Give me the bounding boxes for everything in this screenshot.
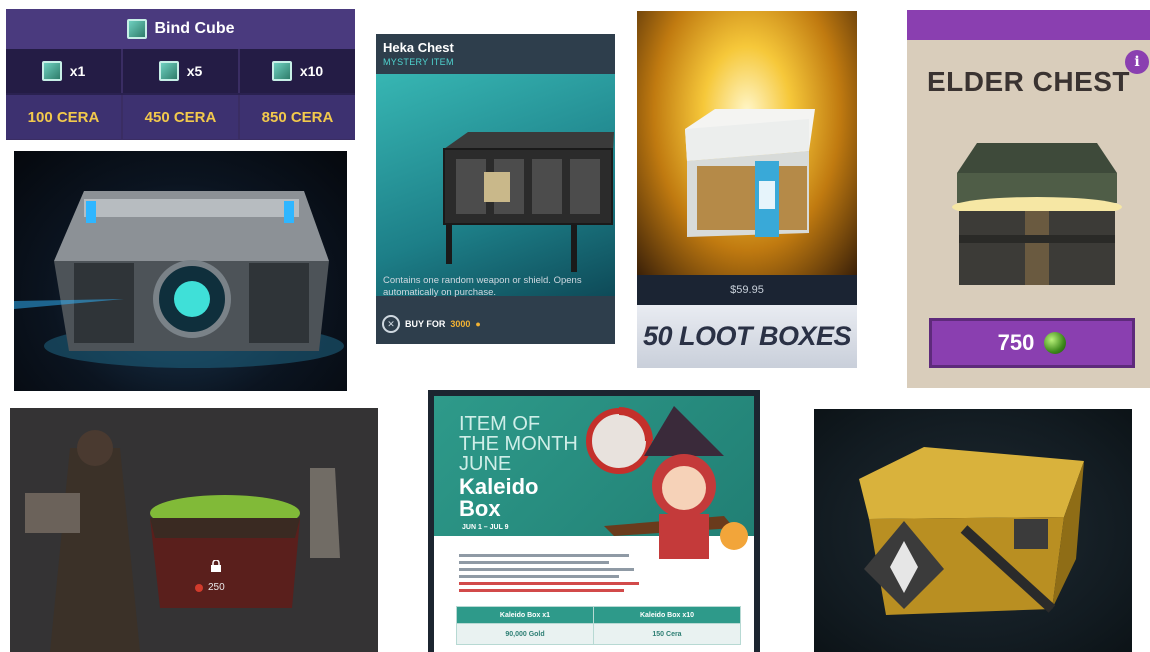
table-cell: 150 Cera — [592, 623, 742, 645]
elder-chest-card: i ELDER CHEST 750 — [907, 10, 1150, 388]
quantity-label: x1 — [69, 63, 86, 79]
elder-chest-illustration — [952, 143, 1122, 285]
cube-icon — [126, 19, 147, 39]
dungeon-chest-scene: 250 — [10, 408, 378, 652]
coin-icon: ● — [475, 319, 481, 329]
quantity-label: x5 — [186, 63, 203, 79]
heading-line: THE MONTH — [459, 433, 578, 455]
cube-icon — [158, 61, 179, 81]
heka-chest-card: Heka Chest MYSTERY ITEM Contains one ran… — [376, 34, 615, 344]
kaleido-description-lines — [459, 554, 639, 596]
chest-cost-tag: 250 — [195, 582, 225, 593]
buy-amount: 3000 — [450, 319, 471, 329]
buy-button[interactable]: ✕ BUY FOR 3000 ● — [382, 315, 481, 333]
weapon-case-image — [814, 409, 1132, 652]
heka-chest-illustration — [376, 74, 615, 296]
loot-boxes-label: 50 LOOT BOXES — [637, 305, 857, 368]
lock-icon — [211, 560, 221, 572]
kaleido-heading: ITEM OF THE MONTH JUNE — [459, 414, 578, 474]
loot-boxes-card: $59.95 50 LOOT BOXES — [637, 11, 857, 368]
dungeon-scene-illustration — [10, 408, 378, 652]
price-label: 850 CERA — [261, 108, 334, 126]
table-header: Kaleido Box x10 — [592, 606, 742, 624]
scifi-chest-illustration — [14, 191, 344, 368]
table-cell: 90,000 Gold — [456, 623, 594, 645]
bind-cube-panel: Bind Cube x1 x5 x10 100 CERA 450 CERA 85… — [6, 9, 355, 140]
quantity-label: x10 — [299, 63, 324, 79]
currency-dot-icon — [195, 583, 203, 592]
price-button-10[interactable]: 850 CERA — [240, 95, 355, 139]
buy-label: BUY FOR — [405, 319, 446, 329]
table-header: Kaleido Box x1 — [456, 606, 594, 624]
quantity-option-5[interactable]: x5 — [123, 49, 240, 93]
loot-price: $59.95 — [637, 275, 857, 305]
price-label: 100 CERA — [27, 108, 100, 126]
gem-icon — [1044, 332, 1067, 354]
elder-top-stripe — [907, 10, 1150, 40]
elder-buy-button[interactable]: 750 — [929, 318, 1135, 368]
quantity-option-10[interactable]: x10 — [240, 49, 355, 93]
kaleido-dates: JUN 1 – JUL 9 — [462, 524, 509, 531]
scifi-chest-image — [14, 151, 347, 391]
price-row: 100 CERA 450 CERA 850 CERA — [6, 93, 355, 139]
kaleido-price-table: Kaleido Box x1 Kaleido Box x10 90,000 Go… — [456, 606, 742, 645]
heka-subtitle: MYSTERY ITEM — [383, 57, 454, 67]
heading-line: ITEM OF — [459, 413, 541, 435]
bind-cube-header: Bind Cube — [6, 9, 355, 49]
heading-line: JUNE — [459, 453, 512, 475]
close-circle-icon: ✕ — [382, 315, 400, 333]
elder-price: 750 — [997, 330, 1035, 355]
loot-box-illustration — [637, 11, 857, 275]
price-button-1[interactable]: 100 CERA — [6, 95, 123, 139]
quantity-option-1[interactable]: x1 — [6, 49, 123, 93]
heka-description: Contains one random weapon or shield. Op… — [383, 275, 582, 298]
price-button-5[interactable]: 450 CERA — [123, 95, 240, 139]
price-label: 450 CERA — [144, 108, 217, 126]
name-line: Kaleido — [459, 474, 539, 499]
kaleido-name: Kaleido Box — [459, 476, 538, 520]
kaleido-box-poster: ITEM OF THE MONTH JUNE Kaleido Box JUN 1… — [428, 390, 760, 652]
heka-title: Heka Chest — [383, 40, 454, 55]
weapon-case-illustration — [859, 447, 1084, 615]
name-line: Box — [459, 496, 501, 521]
quantity-row: x1 x5 x10 — [6, 49, 355, 93]
elder-title: ELDER CHEST — [926, 66, 1131, 97]
bind-cube-title: Bind Cube — [154, 20, 235, 37]
cube-icon — [271, 61, 292, 81]
chest-cost: 250 — [208, 582, 225, 593]
cube-icon — [41, 61, 62, 81]
